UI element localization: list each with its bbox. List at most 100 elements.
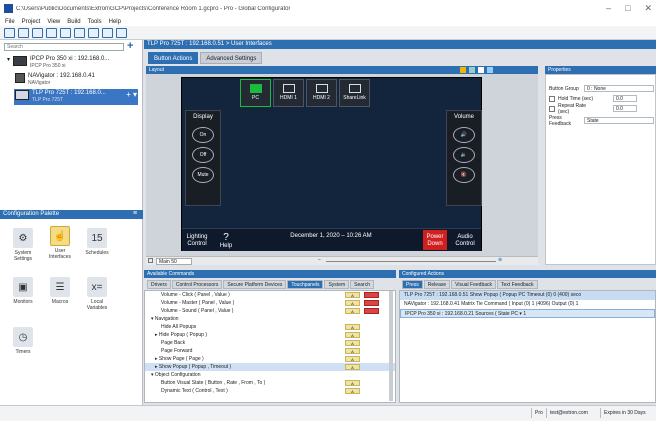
- tab-drivers[interactable]: Drivers: [147, 280, 171, 289]
- volume-down-button[interactable]: 🔉: [453, 147, 475, 163]
- command-row[interactable]: ▸ Show Popup ( Popup , Timeout ) A: [145, 363, 395, 371]
- tab-secure-platform[interactable]: Secure Platform Devices: [223, 280, 287, 289]
- tab-search[interactable]: Search: [350, 280, 374, 289]
- tree-item-navigator[interactable]: NAVigator : 192.168.0.41 NAVigator: [14, 72, 132, 88]
- zoom-out-icon[interactable]: −: [318, 257, 321, 263]
- zoom-in-icon[interactable]: ⊕: [498, 257, 502, 263]
- command-row[interactable]: Page Back A: [145, 339, 395, 347]
- volume-up-button[interactable]: 🔊: [453, 127, 475, 143]
- tree-item-tlp[interactable]: TLP Pro 725T : 192.168.0... TLP Pro 725T …: [14, 89, 138, 105]
- command-row[interactable]: Button Visual State ( Button , Rate , Fr…: [145, 379, 395, 387]
- maximize-button[interactable]: □: [625, 3, 630, 14]
- add-command-button[interactable]: A: [345, 388, 360, 394]
- add-command-button[interactable]: A: [345, 292, 360, 298]
- audio-control-button[interactable]: Audio Control: [451, 230, 479, 250]
- zoom-slider[interactable]: [326, 261, 496, 262]
- command-row[interactable]: Volume - Sound ( Panel , Value ) A: [145, 307, 395, 315]
- palette-system-settings[interactable]: ⚙ System Settings: [8, 228, 38, 262]
- command-row[interactable]: ▸ Show Page ( Page ) A: [145, 355, 395, 363]
- settings-icon[interactable]: [102, 27, 113, 38]
- source-sharelink-button[interactable]: ShareLink: [339, 79, 370, 107]
- add-device-button[interactable]: +: [127, 40, 133, 52]
- layout-tool-icon[interactable]: [460, 67, 466, 73]
- command-row[interactable]: ▾ Navigation: [145, 315, 395, 323]
- remove-command-button[interactable]: [364, 292, 379, 298]
- upload-icon[interactable]: [74, 27, 85, 38]
- remove-command-button[interactable]: [364, 300, 379, 306]
- tab-release[interactable]: Release: [423, 280, 451, 289]
- help-button[interactable]: ? Help: [215, 230, 237, 250]
- tab-advanced-settings[interactable]: Advanced Settings: [200, 52, 263, 64]
- remove-command-button[interactable]: [364, 308, 379, 314]
- repeat-rate-field[interactable]: 0.0: [613, 105, 637, 112]
- menu-project[interactable]: Project: [22, 19, 41, 25]
- tab-visual-feedback[interactable]: Visual Feedback: [451, 280, 497, 289]
- close-button[interactable]: ✕: [644, 3, 652, 14]
- command-row[interactable]: Volume - Click ( Panel , Value ) A: [145, 291, 395, 299]
- tree-item-ipcp[interactable]: ▾ IPCP Pro 350 xi : 192.168.0... IPCP Pro…: [6, 55, 124, 71]
- command-row[interactable]: Page Forward A: [145, 347, 395, 355]
- menu-help[interactable]: Help: [109, 19, 121, 25]
- collapse-icon[interactable]: ▾: [7, 56, 10, 63]
- add-command-button[interactable]: A: [345, 356, 360, 362]
- layout-tool-icon[interactable]: [478, 67, 484, 73]
- menu-file[interactable]: File: [5, 19, 15, 25]
- palette-timers[interactable]: ◷ Timers: [8, 327, 38, 355]
- device-search-input[interactable]: [4, 43, 124, 51]
- command-row[interactable]: Volume - Master ( Panel , Value ) A: [145, 299, 395, 307]
- menu-tools[interactable]: Tools: [88, 19, 102, 25]
- tab-system[interactable]: System: [324, 280, 350, 289]
- palette-monitors[interactable]: ▣ Monitors: [8, 277, 38, 305]
- device-icon[interactable]: [46, 27, 57, 38]
- action-row[interactable]: TLP Pro 725T : 192.168.0.51 Show Popup (…: [400, 291, 655, 300]
- commands-scrollbar[interactable]: [389, 291, 393, 401]
- action-row[interactable]: NAVigator : 192.168.0.41 Matrix Tie Comm…: [400, 300, 655, 309]
- palette-user-interfaces[interactable]: ☝ User Interfaces: [45, 226, 75, 260]
- open-project-icon[interactable]: [18, 27, 29, 38]
- source-hdmi2-button[interactable]: HDMI 2: [306, 79, 337, 107]
- new-project-icon[interactable]: [4, 27, 15, 38]
- add-command-button[interactable]: A: [345, 340, 360, 346]
- palette-schedules[interactable]: 15 Schedules: [82, 228, 112, 256]
- add-command-button[interactable]: A: [345, 348, 360, 354]
- hold-time-field[interactable]: 0.0: [613, 95, 637, 102]
- save-icon[interactable]: [32, 27, 43, 38]
- palette-local-variables[interactable]: x= Local Variables: [82, 277, 112, 311]
- source-hdmi1-button[interactable]: HDMI 1: [273, 79, 304, 107]
- source-pc-button[interactable]: PC: [240, 79, 271, 107]
- tab-control-processors[interactable]: Control Processors: [171, 280, 223, 289]
- display-mute-button[interactable]: Mute: [192, 167, 214, 183]
- tab-touchpanels[interactable]: Touchpanels: [287, 280, 324, 289]
- tab-button-actions[interactable]: Button Actions: [148, 52, 199, 64]
- action-row[interactable]: IPCP Pro 350 xi : 192.168.0.21 Sources (…: [400, 309, 655, 318]
- add-command-button[interactable]: A: [345, 332, 360, 338]
- help-icon[interactable]: [116, 27, 127, 38]
- tab-text-feedback[interactable]: Text Feedback: [497, 280, 538, 289]
- menu-view[interactable]: View: [47, 19, 60, 25]
- page-select[interactable]: Main 50: [156, 258, 192, 265]
- add-command-button[interactable]: A: [345, 324, 360, 330]
- build-icon[interactable]: [60, 27, 71, 38]
- command-row[interactable]: ▸ Hide Popup ( Popup ) A: [145, 331, 395, 339]
- palette-macros[interactable]: ☰ Macros: [45, 277, 75, 305]
- hold-time-checkbox[interactable]: [549, 95, 555, 102]
- minimize-button[interactable]: –: [606, 3, 611, 14]
- network-icon[interactable]: [88, 27, 99, 38]
- display-on-button[interactable]: On: [192, 127, 214, 143]
- display-off-button[interactable]: Off: [192, 147, 214, 163]
- page-checkbox[interactable]: [148, 258, 153, 263]
- palette-menu-icon[interactable]: ≡: [133, 210, 137, 217]
- add-command-button[interactable]: A: [345, 300, 360, 306]
- power-down-button[interactable]: Power Down: [423, 230, 447, 250]
- layout-tool-icon[interactable]: [487, 67, 493, 73]
- command-row[interactable]: ▾ Object Configuration: [145, 371, 395, 379]
- button-group-select[interactable]: 0 : None: [584, 85, 654, 92]
- add-command-button[interactable]: A: [345, 380, 360, 386]
- volume-mute-button[interactable]: 🔇: [453, 167, 475, 183]
- command-row[interactable]: Hide All Popups A: [145, 323, 395, 331]
- tree-item-add-icon[interactable]: + ▾: [126, 90, 137, 99]
- menu-build[interactable]: Build: [67, 19, 80, 25]
- press-feedback-select[interactable]: State: [584, 117, 654, 124]
- lighting-control-button[interactable]: Lighting Control: [183, 230, 211, 250]
- repeat-rate-checkbox[interactable]: [549, 105, 555, 112]
